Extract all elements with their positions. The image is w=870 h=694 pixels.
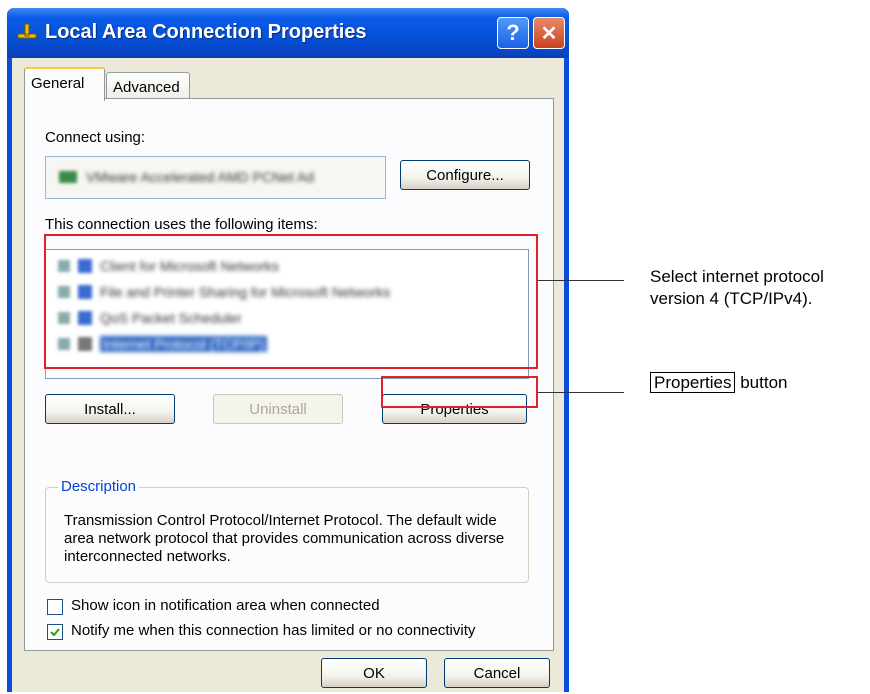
- tab-advanced[interactable]: Advanced: [106, 72, 190, 100]
- adapter-field: VMware Accelerated AMD PCNet Ad: [45, 156, 386, 199]
- description-group: Description Transmission Control Protoco…: [45, 478, 529, 583]
- cancel-button[interactable]: Cancel: [444, 658, 550, 688]
- items-highlight-box: [44, 234, 538, 369]
- uninstall-button[interactable]: Uninstall: [213, 394, 343, 424]
- tab-general-label: General: [31, 75, 85, 92]
- connect-using-label: Connect using:: [45, 129, 146, 146]
- dialog-client-area: General Advanced Connect using: VMware A…: [12, 58, 564, 692]
- close-icon: ✕: [540, 22, 558, 45]
- checkmark-icon: [50, 628, 60, 637]
- general-tab-panel: Connect using: VMware Accelerated AMD PC…: [24, 98, 554, 651]
- tab-general[interactable]: General: [24, 67, 105, 101]
- callout-properties: Properties button: [650, 372, 787, 394]
- items-label: This connection uses the following items…: [45, 216, 318, 233]
- window-title: Local Area Connection Properties: [45, 21, 367, 43]
- install-button-label: Install...: [84, 400, 136, 418]
- callout-properties-boxed: Properties: [650, 372, 736, 393]
- description-title: Description: [58, 478, 140, 495]
- configure-button[interactable]: Configure...: [400, 160, 530, 190]
- tab-advanced-label: Advanced: [113, 79, 180, 96]
- close-button[interactable]: ✕: [533, 17, 565, 49]
- adapter-icon: [59, 171, 77, 183]
- adapter-name: VMware Accelerated AMD PCNet Ad: [86, 169, 314, 185]
- callout-line-protocol: [538, 280, 624, 281]
- notify-label: Notify me when this connection has limit…: [71, 622, 476, 639]
- callout-protocol: Select internet protocol version 4 (TCP/…: [650, 266, 824, 310]
- install-button[interactable]: Install...: [45, 394, 175, 424]
- configure-label: Configure...: [426, 166, 504, 184]
- callout-line-properties: [538, 392, 624, 393]
- network-connection-icon: [17, 23, 37, 39]
- callout-properties-suffix: button: [735, 373, 788, 392]
- cancel-button-label: Cancel: [473, 664, 521, 682]
- description-text: Transmission Control Protocol/Internet P…: [64, 512, 505, 565]
- title-bar[interactable]: Local Area Connection Properties ? ✕: [7, 8, 569, 58]
- properties-highlight-box: [381, 376, 538, 408]
- notify-checkbox[interactable]: [47, 624, 63, 640]
- show-icon-label: Show icon in notification area when conn…: [71, 597, 380, 614]
- ok-button[interactable]: OK: [321, 658, 427, 688]
- ok-button-label: OK: [363, 664, 385, 682]
- callout-protocol-line2: version 4 (TCP/IPv4).: [650, 289, 813, 308]
- uninstall-button-label: Uninstall: [249, 400, 307, 418]
- help-icon: ?: [506, 20, 520, 45]
- help-button[interactable]: ?: [497, 17, 529, 49]
- callout-protocol-line1: Select internet protocol: [650, 267, 824, 286]
- show-icon-checkbox[interactable]: [47, 599, 63, 615]
